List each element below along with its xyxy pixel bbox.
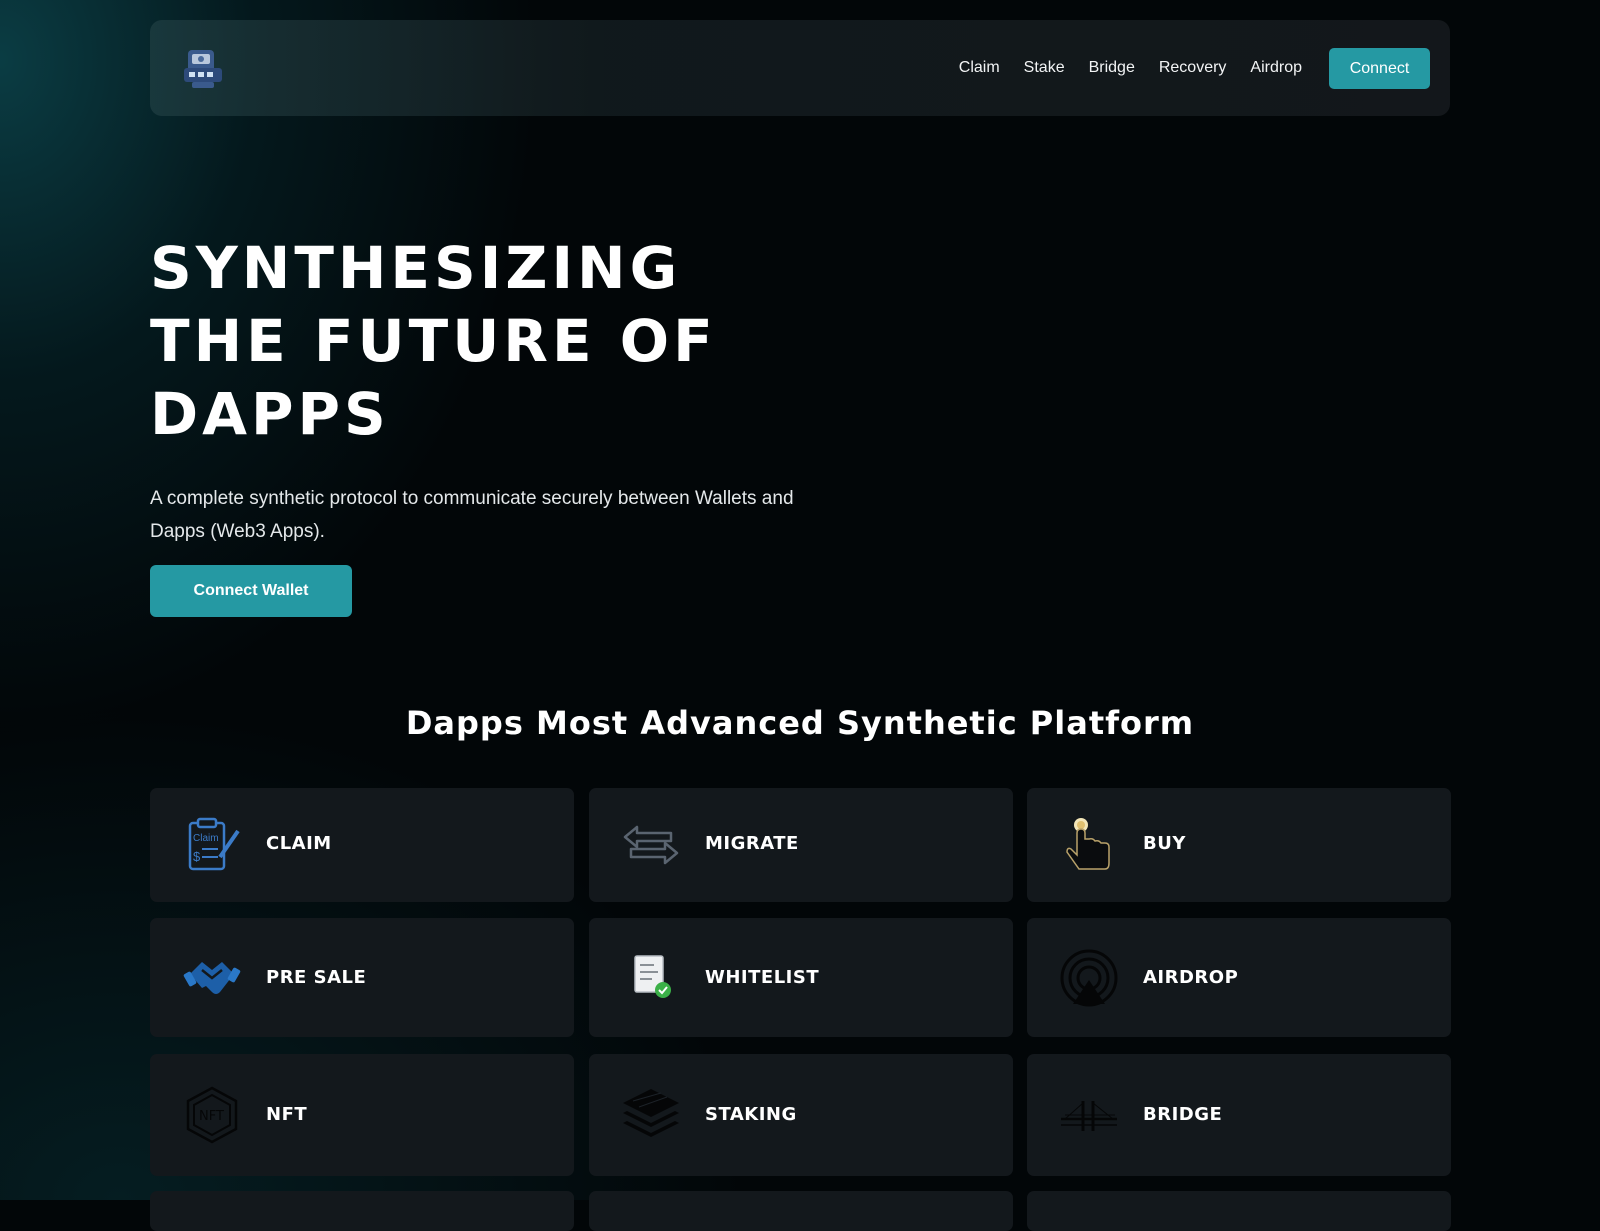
nav-link-recovery[interactable]: Recovery [1159, 59, 1227, 77]
nav-link-airdrop[interactable]: Airdrop [1250, 59, 1302, 77]
checked-document-icon [621, 948, 681, 1008]
nav-link-bridge[interactable]: Bridge [1089, 59, 1135, 77]
connect-button[interactable]: Connect [1329, 48, 1430, 89]
hero-subtitle: A complete synthetic protocol to communi… [150, 488, 794, 542]
claim-clipboard-icon: Claim $ [182, 815, 242, 875]
feature-card-airdrop[interactable]: AIRDROP [1027, 918, 1451, 1037]
feature-card-label: CLAIM [266, 833, 332, 854]
feature-card-label: BRIDGE [1143, 1104, 1223, 1125]
nav-link-claim[interactable]: Claim [959, 59, 1000, 77]
feature-card-partial[interactable] [1027, 1191, 1451, 1231]
tap-hand-icon [1059, 815, 1119, 875]
features-title: Dapps Most Advanced Synthetic Platform [405, 704, 1195, 742]
svg-text:NFT: NFT [199, 1109, 224, 1124]
migrate-arrows-icon [621, 815, 681, 875]
feature-card-bridge[interactable]: BRIDGE [1027, 1054, 1451, 1176]
feature-card-label: WHITELIST [705, 967, 820, 988]
feature-card-label: NFT [266, 1104, 308, 1125]
nav-links: Claim Stake Bridge Recovery Airdrop [959, 20, 1302, 116]
feature-card-pre-sale[interactable]: PRE SALE [150, 918, 574, 1037]
feature-card-claim[interactable]: Claim $ CLAIM [150, 788, 574, 902]
feature-card-label: PRE SALE [266, 967, 367, 988]
feature-card-whitelist[interactable]: WHITELIST [589, 918, 1013, 1037]
nav-link-stake[interactable]: Stake [1024, 59, 1065, 77]
feature-card-migrate[interactable]: MIGRATE [589, 788, 1013, 902]
hero-title-line-3: DAPPS [150, 380, 390, 448]
nft-hexagon-icon: NFT [182, 1085, 242, 1145]
robot-logo[interactable] [180, 46, 226, 92]
hero-title: SYNTHESIZING THE FUTURE OF DAPPS [150, 232, 910, 451]
feature-card-label: AIRDROP [1143, 967, 1239, 988]
feature-card-partial[interactable] [150, 1191, 574, 1231]
stacked-layers-icon [621, 1085, 681, 1145]
feature-card-label: BUY [1143, 833, 1186, 854]
feature-card-partial[interactable] [589, 1191, 1013, 1231]
svg-text:$: $ [193, 849, 201, 864]
feature-card-buy[interactable]: BUY [1027, 788, 1451, 902]
broadcast-icon [1059, 948, 1119, 1008]
feature-card-nft[interactable]: NFT NFT [150, 1054, 574, 1176]
connect-wallet-button[interactable]: Connect Wallet [150, 565, 352, 617]
svg-text:Claim: Claim [193, 833, 219, 844]
feature-card-label: STAKING [705, 1104, 797, 1125]
handshake-icon [182, 948, 242, 1008]
bridge-icon [1059, 1085, 1119, 1145]
feature-card-staking[interactable]: STAKING [589, 1054, 1013, 1176]
feature-card-label: MIGRATE [705, 833, 799, 854]
top-navbar: Claim Stake Bridge Recovery Airdrop Conn… [150, 20, 1450, 116]
hero-title-line-1: SYNTHESIZING [150, 234, 682, 302]
hero-title-line-2: THE FUTURE OF [150, 307, 717, 375]
